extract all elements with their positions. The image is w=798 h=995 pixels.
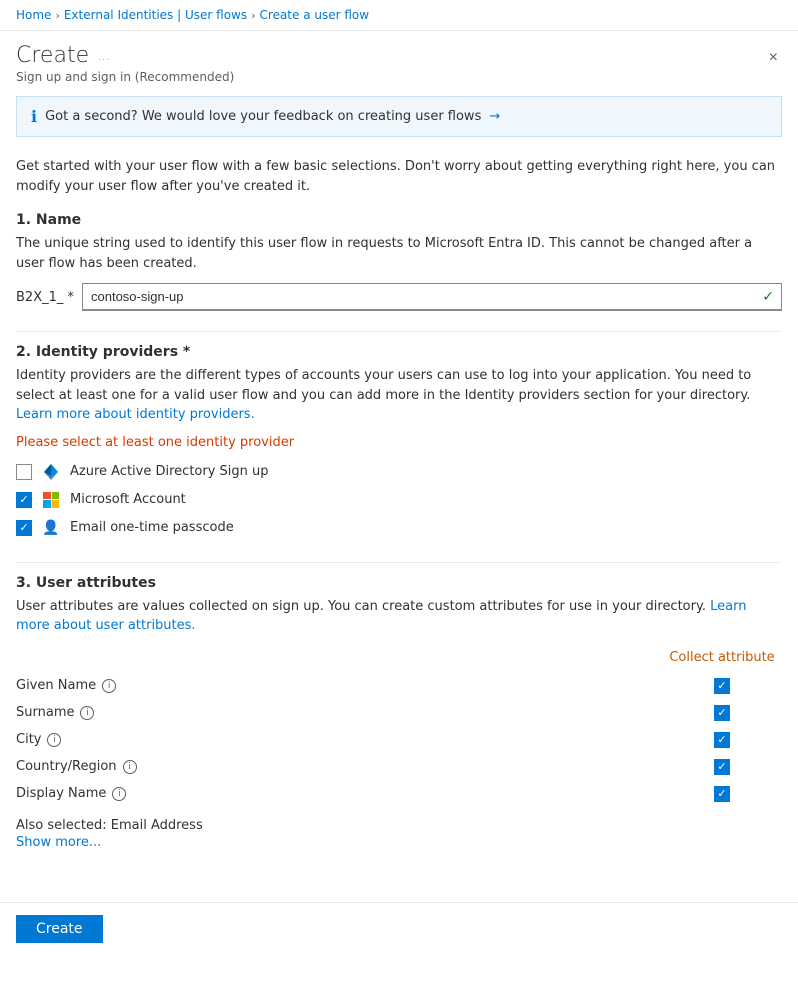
provider-label-azure: Azure Active Directory Sign up bbox=[70, 464, 269, 479]
attr-header-row: Collect attribute bbox=[16, 646, 782, 669]
info-icon-display-name[interactable]: i bbox=[112, 787, 126, 801]
email-passcode-icon: 👤 bbox=[42, 519, 60, 537]
info-icon-country[interactable]: i bbox=[123, 760, 137, 774]
info-banner-text: Got a second? We would love your feedbac… bbox=[45, 109, 481, 124]
provider-checkbox-email[interactable] bbox=[16, 520, 32, 536]
close-button[interactable]: × bbox=[765, 45, 782, 71]
page-subtitle: Sign up and sign in (Recommended) bbox=[16, 70, 234, 84]
info-icon-given-name[interactable]: i bbox=[102, 679, 116, 693]
page-footer: Create bbox=[0, 902, 798, 955]
section1-title: 1. Name bbox=[16, 212, 782, 228]
provider-item-email: 👤 Email one-time passcode bbox=[16, 514, 782, 542]
attr-label-display-name: Display Name bbox=[16, 786, 106, 801]
attr-collect-city[interactable] bbox=[714, 732, 730, 748]
attr-collect-display-name[interactable] bbox=[714, 786, 730, 802]
create-button[interactable]: Create bbox=[16, 915, 103, 943]
breadcrumb-user-flows[interactable]: External Identities | User flows bbox=[64, 8, 247, 22]
section3-title: 3. User attributes bbox=[16, 575, 782, 591]
identity-provider-warning: Please select at least one identity prov… bbox=[16, 435, 782, 450]
section-user-attributes: 3. User attributes User attributes are v… bbox=[16, 575, 782, 850]
attr-collect-country[interactable] bbox=[714, 759, 730, 775]
attr-label-surname: Surname bbox=[16, 705, 74, 720]
identity-providers-link[interactable]: Learn more about identity providers. bbox=[16, 407, 255, 422]
name-input[interactable] bbox=[82, 283, 782, 311]
more-options-icon[interactable]: ... bbox=[97, 48, 110, 64]
attr-label-given-name: Given Name bbox=[16, 678, 96, 693]
info-icon-surname[interactable]: i bbox=[80, 706, 94, 720]
attr-label-country: Country/Region bbox=[16, 759, 117, 774]
info-icon: ℹ bbox=[31, 107, 37, 126]
name-prefix: B2X_1_ * bbox=[16, 290, 74, 305]
section1-desc: The unique string used to identify this … bbox=[16, 234, 782, 273]
section-name: 1. Name The unique string used to identi… bbox=[16, 212, 782, 311]
info-icon-city[interactable]: i bbox=[47, 733, 61, 747]
attributes-table: Collect attribute Given Name i Surname i bbox=[16, 646, 782, 808]
attr-row-surname: Surname i bbox=[16, 700, 782, 727]
section2-desc: Identity providers are the different typ… bbox=[16, 366, 782, 425]
show-more-link[interactable]: Show more... bbox=[16, 835, 782, 850]
attr-collect-given-name[interactable] bbox=[714, 678, 730, 694]
microsoft-icon bbox=[42, 491, 60, 509]
intro-text: Get started with your user flow with a f… bbox=[16, 157, 782, 196]
provider-label-email: Email one-time passcode bbox=[70, 520, 234, 535]
azure-icon bbox=[42, 463, 60, 481]
page-title: Create bbox=[16, 43, 89, 68]
info-banner-link[interactable]: → bbox=[489, 109, 500, 124]
name-row: B2X_1_ * ✓ bbox=[16, 283, 782, 311]
attr-collect-surname[interactable] bbox=[714, 705, 730, 721]
page-header: Create ... Sign up and sign in (Recommen… bbox=[0, 31, 798, 84]
provider-item-azure: Azure Active Directory Sign up bbox=[16, 458, 782, 486]
provider-checkbox-azure[interactable] bbox=[16, 464, 32, 480]
name-input-wrapper: ✓ bbox=[82, 283, 782, 311]
info-banner: ℹ Got a second? We would love your feedb… bbox=[16, 96, 782, 137]
main-content: Get started with your user flow with a f… bbox=[0, 149, 798, 886]
also-selected: Also selected: Email Address bbox=[16, 818, 782, 833]
attr-row-display-name: Display Name i bbox=[16, 781, 782, 808]
provider-item-microsoft: Microsoft Account bbox=[16, 486, 782, 514]
provider-list: Azure Active Directory Sign up Microsoft… bbox=[16, 458, 782, 542]
breadcrumb-create[interactable]: Create a user flow bbox=[260, 8, 370, 22]
section2-title: 2. Identity providers * bbox=[16, 344, 782, 360]
collect-header: Collect attribute bbox=[662, 650, 782, 665]
breadcrumb-home[interactable]: Home bbox=[16, 8, 51, 22]
section-identity-providers: 2. Identity providers * Identity provide… bbox=[16, 344, 782, 542]
provider-checkbox-microsoft[interactable] bbox=[16, 492, 32, 508]
attr-row-country: Country/Region i bbox=[16, 754, 782, 781]
attr-row-given-name: Given Name i bbox=[16, 673, 782, 700]
provider-label-microsoft: Microsoft Account bbox=[70, 492, 186, 507]
attr-label-city: City bbox=[16, 732, 41, 747]
attr-row-city: City i bbox=[16, 727, 782, 754]
breadcrumb: Home › External Identities | User flows … bbox=[0, 0, 798, 31]
section3-desc: User attributes are values collected on … bbox=[16, 597, 782, 636]
input-check-icon: ✓ bbox=[762, 289, 774, 305]
